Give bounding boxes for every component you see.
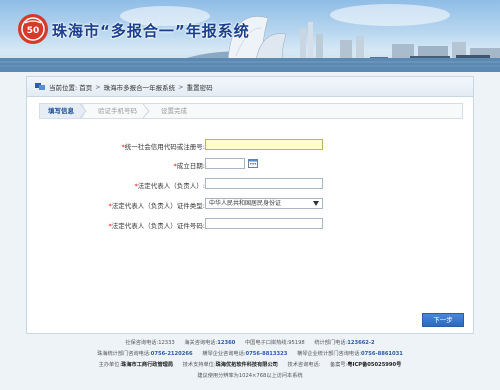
id-type-select[interactable]: 中华人民共和国居民身份证: [205, 198, 323, 209]
credit-code-label: *统一社会信用代码或注册号:: [121, 143, 205, 151]
establish-date-label: *成立日期:: [173, 162, 205, 170]
legal-rep-input[interactable]: [205, 178, 323, 189]
chevron-down-icon: [313, 201, 319, 206]
svg-text:50: 50: [27, 26, 40, 36]
step-complete: 设置完成: [147, 104, 197, 118]
site-title: 珠海市“多报合一”年报系统: [52, 22, 250, 40]
form-row-id-type: *法定代表人（负责人）证件类型: 中华人民共和国居民身份证: [27, 198, 475, 210]
form-row-credit-code: *统一社会信用代码或注册号:: [27, 139, 475, 151]
breadcrumb: 当前位置: 首页 > 珠海市多报合一年报系统 > 重置密码: [27, 77, 473, 97]
id-number-label: *法定代表人（负责人）证件号码:: [108, 222, 205, 230]
location-icon: [35, 83, 45, 90]
breadcrumb-system[interactable]: 珠海市多报合一年报系统: [104, 82, 176, 92]
id-number-input[interactable]: [205, 218, 323, 229]
footer-line-2: 珠海统计部门咨询电话:0756-2120266 横琴企业咨询电话:0756-88…: [97, 351, 403, 357]
header-banner: 50 珠海市“多报合一”年报系统: [0, 0, 500, 72]
breadcrumb-current: 重置密码: [186, 83, 213, 92]
breadcrumb-separator: >: [95, 82, 101, 91]
progress-steps: 填写信息 验证手机号码 设置完成: [39, 103, 463, 119]
form-row-legal-rep: *法定代表人（负责人）:: [27, 178, 475, 190]
footer-line-1: 社保咨询电话:12333 海关咨询电话:12360 中国电子口岸热线:95198…: [125, 340, 375, 346]
next-button[interactable]: 下一步: [422, 313, 464, 327]
site-logo-icon: 50: [18, 14, 48, 44]
legal-rep-label: *法定代表人（负责人）:: [134, 182, 205, 190]
breadcrumb-prefix: 当前位置:: [49, 83, 78, 92]
calendar-icon[interactable]: [248, 158, 258, 168]
step-label: 验证手机号码: [98, 107, 137, 115]
id-type-selected: 中华人民共和国居民身份证: [209, 200, 282, 207]
form-row-establish-date: *成立日期:: [27, 158, 475, 170]
credit-code-input[interactable]: [205, 139, 323, 150]
form-row-id-number: *法定代表人（负责人）证件号码:: [27, 218, 475, 230]
step-label: 设置完成: [161, 107, 187, 115]
establish-date-input[interactable]: [205, 158, 245, 169]
step-fill-info: 填写信息: [40, 104, 87, 118]
main-panel: 当前位置: 首页 > 珠海市多报合一年报系统 > 重置密码 填写信息 验证手机号…: [26, 76, 474, 334]
step-verify-phone: 验证手机号码: [84, 104, 150, 118]
footer-resolution-note: 建议使用分辨率为1024×768以上访问本系统: [197, 373, 303, 379]
footer-line-3: 主办单位:珠海市工商行政管理局 技术支持单位:珠海优拓软件科技有限公司 技术咨询…: [98, 362, 402, 368]
step-label: 填写信息: [48, 107, 74, 115]
id-type-label: *法定代表人（负责人）证件类型:: [108, 202, 205, 210]
breadcrumb-separator: >: [178, 82, 184, 91]
breadcrumb-home[interactable]: 首页: [79, 82, 92, 92]
